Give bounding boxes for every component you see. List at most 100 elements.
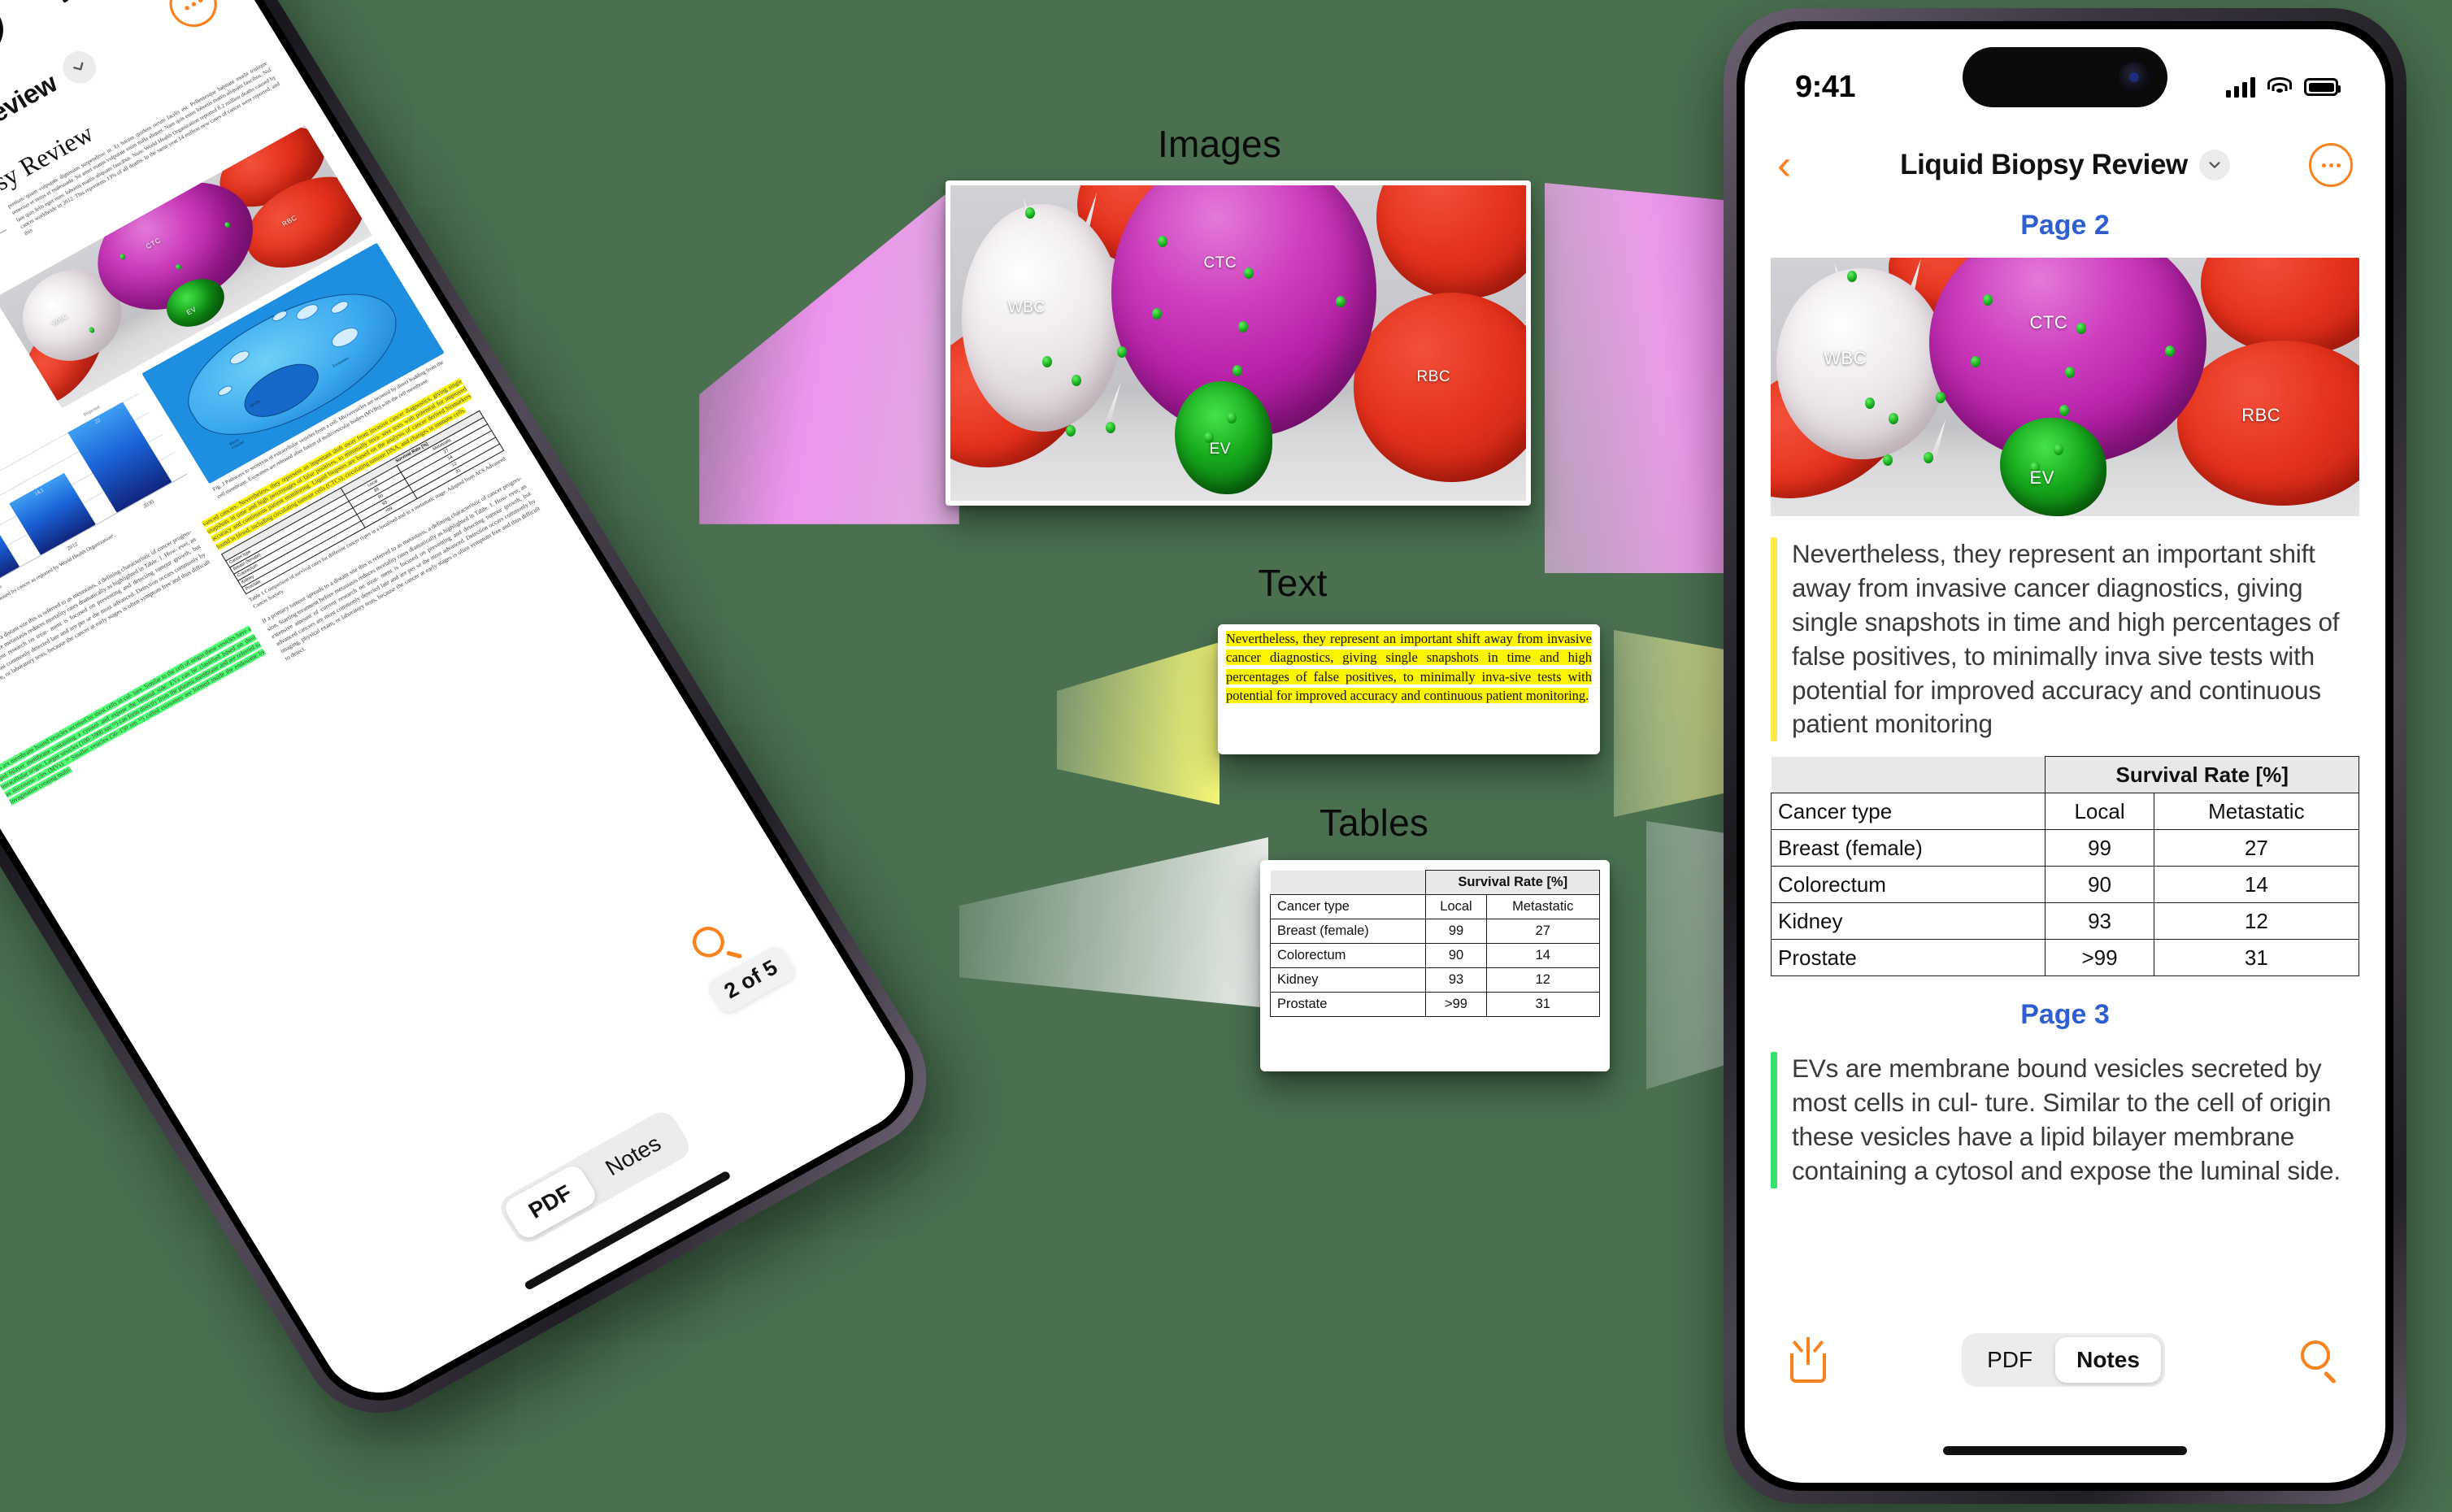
row-metastatic: 31 (2153, 939, 2360, 977)
blood-cell-illustration: WBC CTC RBC EV (950, 185, 1526, 501)
composition-stage: Images WBC CTC RBC EV Text Nevertheless,… (0, 0, 2452, 1512)
green-accent-bar (1771, 1052, 1777, 1188)
row-local: 90 (2045, 866, 2154, 904)
cell-label-rbc: RBC (2241, 405, 2281, 426)
note-image-blood-cells[interactable]: WBC CTC RBC EV (1771, 258, 2359, 516)
status-time: 9:41 (1795, 69, 1856, 104)
tab-pdf[interactable]: PDF (1966, 1337, 2054, 1383)
table-spanning-header: Survival Rate [%] (1425, 870, 1600, 895)
callout-label-images: Images (1157, 123, 1282, 165)
cell-label-ctc: CTC (2029, 311, 2068, 332)
row-name: Kidney (1269, 967, 1427, 993)
row-local: 90 (1425, 943, 1487, 968)
table-col-metastatic: Metastatic (1485, 894, 1600, 919)
table-col-local: Local (1425, 894, 1487, 919)
row-name: Colorectum (1770, 866, 2046, 904)
phone-screen: 9:41 ‹ Liquid Biopsy Review (1745, 29, 2385, 1483)
notes-scroll-area[interactable]: Page 2 WBC CTC RBC EV Nevertheless, they… (1745, 202, 2385, 1304)
table-row: Kidney 93 12 (1770, 902, 2360, 941)
cellular-signal-icon (2226, 76, 2255, 98)
survival-rate-table-right: Survival Rate [%] Cancer type Local Meta… (1770, 756, 2360, 977)
back-button[interactable]: ‹ (1777, 144, 1821, 186)
yellow-accent-bar (1771, 537, 1777, 742)
fig1-caption: Fig. 1 Diagnosing disease by analysing a… (0, 305, 1, 450)
home-indicator (1943, 1446, 2187, 1455)
table-col-cancer-type: Cancer type (1770, 793, 2046, 831)
row-name: Breast (female) (1770, 829, 2046, 867)
row-local: >99 (1425, 992, 1487, 1017)
survival-rate-table-center: Survival Rate [%] Cancer type Local Meta… (1269, 870, 1600, 1017)
connector-beam-images-left (699, 183, 959, 524)
callout-label-text: Text (1258, 562, 1328, 604)
highlighted-snippet: Nevertheless, they represent an importan… (1221, 629, 1597, 706)
row-name: Prostate (1770, 939, 2046, 977)
table-col-cancer-type: Cancer type (1269, 894, 1427, 919)
row-name: Kidney (1770, 902, 2046, 941)
row-metastatic: 14 (2153, 866, 2360, 904)
row-local: 93 (1425, 967, 1487, 993)
nav-bar: ‹ Liquid Biopsy Review (1745, 130, 2385, 200)
tab-pdf[interactable]: PDF (501, 1162, 600, 1241)
table-column-row: Cancer type Local Metastatic (1770, 793, 2360, 831)
chevron-down-icon[interactable] (56, 45, 103, 89)
cell-label-ev: EV (1209, 441, 1231, 458)
search-button[interactable] (2300, 1340, 2340, 1384)
table-row: Kidney 93 12 (1269, 967, 1600, 993)
chart-bar-2030: Projected 22 2030 (67, 402, 172, 513)
phone-right-notes-view: 9:41 ‹ Liquid Biopsy Review Page 2 WBC C… (1724, 8, 2406, 1504)
dynamic-island (1963, 47, 2167, 107)
row-metastatic: 27 (1485, 919, 1600, 944)
cell-label-wbc: WBC (1824, 348, 1867, 369)
table-column-row: Cancer type Local Metastatic (1269, 894, 1600, 919)
view-mode-segmented-control[interactable]: PDF Notes (1962, 1333, 2165, 1387)
chevron-down-icon[interactable] (2198, 150, 2230, 180)
nav-title-wrap: Liquid Biopsy Review (1821, 149, 2309, 181)
more-options-button[interactable] (2309, 143, 2353, 187)
phone-left-pdf-view: 9:41 ‹ Liquid Biopsy Review (0, 0, 954, 1440)
note-paragraph-green[interactable]: EVs are membrane bound vesicles secreted… (1771, 1052, 2359, 1188)
note-paragraph-yellow[interactable]: Nevertheless, they represent an importan… (1771, 537, 2359, 742)
row-name: Colorectum (1269, 943, 1427, 968)
table-row: Colorectum 90 14 (1770, 866, 2360, 904)
note-table-wrap[interactable]: Survival Rate [%] Cancer type Local Meta… (1770, 756, 2360, 977)
page-2-heading: Page 2 (2020, 210, 2110, 241)
table-row: Prostate >99 31 (1770, 939, 2360, 977)
phone-bezel: 9:41 ‹ Liquid Biopsy Review (0, 0, 937, 1423)
row-name: Prostate (1269, 992, 1427, 1017)
row-metastatic: 27 (2153, 829, 2360, 867)
callout-card-table: Survival Rate [%] Cancer type Local Meta… (1260, 860, 1610, 1071)
phone-screen: 9:41 ‹ Liquid Biopsy Review (0, 0, 927, 1413)
tab-notes[interactable]: Notes (2055, 1337, 2161, 1383)
row-metastatic: 14 (1485, 943, 1600, 968)
cell-label-wbc: WBC (1007, 298, 1046, 316)
share-button[interactable] (1790, 1337, 1826, 1383)
table-row: Breast (female) 99 27 (1770, 829, 2360, 867)
page-title: Liquid Biopsy Review (1900, 149, 2188, 180)
callout-label-tables: Tables (1319, 802, 1429, 844)
connector-beam-table-left (959, 837, 1268, 1008)
row-metastatic: 31 (1485, 992, 1600, 1017)
page-3-heading: Page 3 (2020, 999, 2110, 1031)
table-corner-blank (1771, 756, 2046, 794)
chart-bar-2012: 14,1 2012 (9, 472, 96, 555)
status-icons (2226, 76, 2341, 98)
search-icon (2300, 1340, 2330, 1370)
connector-beam-text-left (1057, 642, 1219, 805)
row-local: >99 (2045, 939, 2154, 977)
front-camera-icon (2119, 62, 2150, 93)
row-metastatic: 12 (2153, 902, 2360, 941)
note-text-page3: EVs are membrane bound vesicles secreted… (1792, 1054, 2341, 1186)
callout-card-image: WBC CTC RBC EV (946, 180, 1531, 506)
table-col-metastatic: Metastatic (2153, 793, 2360, 831)
table-col-local: Local (2045, 793, 2154, 831)
row-name: Breast (female) (1269, 919, 1427, 944)
bar-value-2012: 14,1 (33, 487, 46, 497)
battery-icon (2304, 78, 2341, 96)
cell-label-ev: EV (2029, 467, 2054, 488)
snippet-text: Nevertheless, they represent an importan… (1226, 631, 1592, 704)
cell-label-rbc: RBC (1416, 368, 1451, 386)
table-spanning-header: Survival Rate [%] (2045, 756, 2359, 794)
note-text-page2: Nevertheless, they represent an importan… (1792, 539, 2340, 739)
table-row: Breast (female) 99 27 (1269, 919, 1600, 944)
cell-label-ctc: CTC (1203, 254, 1237, 272)
